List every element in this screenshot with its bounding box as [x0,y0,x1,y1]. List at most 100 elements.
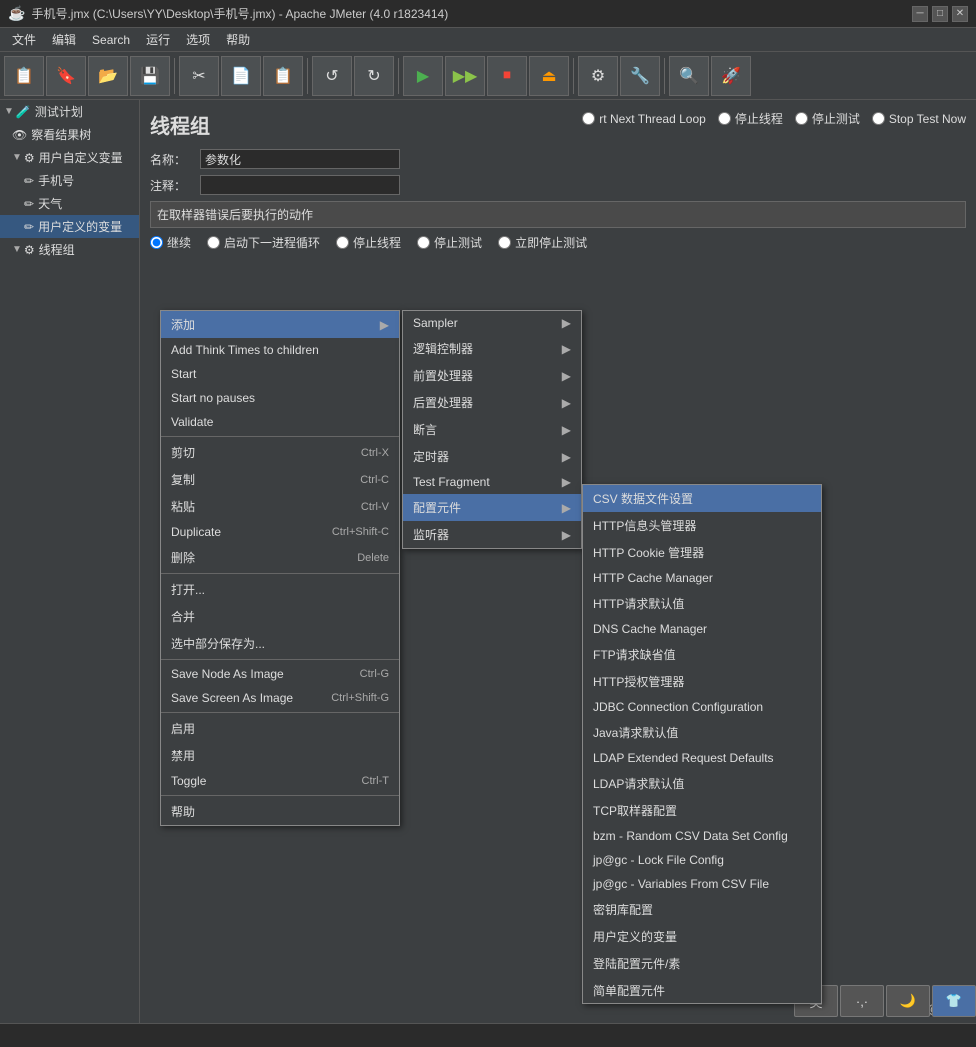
config-lock-file[interactable]: jp@gc - Lock File Config [583,848,821,872]
ctx-item-toggle[interactable]: Toggle Ctrl-T [161,769,399,793]
add-sampler[interactable]: Sampler ▶ [403,311,581,335]
ctx-item-enable[interactable]: 启用 [161,715,399,742]
ctx-sep-2 [161,573,399,574]
http-cookie-label: HTTP Cookie 管理器 [593,544,704,561]
toolbar-copy[interactable]: 📄 [221,56,261,96]
toolbar-new[interactable]: 📋 [4,56,44,96]
add-test-fragment[interactable]: Test Fragment ▶ [403,470,581,494]
sidebar-item-user-defined[interactable]: ✏ 用户定义的变量 [0,215,139,238]
jdbc-label: JDBC Connection Configuration [593,700,763,714]
toolbar-stop[interactable]: ⏹ [487,56,527,96]
config-http-auth[interactable]: HTTP授权管理器 [583,668,821,695]
ctx-item-think-times[interactable]: Add Think Times to children [161,338,399,362]
config-jdbc[interactable]: JDBC Connection Configuration [583,695,821,719]
ctx-add-arrow: ▶ [380,318,389,332]
ctx-item-save-screen-image[interactable]: Save Screen As Image Ctrl+Shift-G [161,686,399,710]
config-java-defaults[interactable]: Java请求默认值 [583,719,821,746]
sidebar-item-weather[interactable]: ✏ 天气 [0,192,139,215]
menu-run[interactable]: 运行 [138,29,178,50]
ctx-item-paste[interactable]: 粘贴 Ctrl-V [161,493,399,520]
ctx-item-start[interactable]: Start [161,362,399,386]
sidebar-item-phone[interactable]: ✏ 手机号 [0,169,139,192]
toolbar-start-no-pause[interactable]: ▶▶ [445,56,485,96]
menu-help[interactable]: 帮助 [218,29,258,50]
ctx-sep-4 [161,712,399,713]
toolbar-remote-start[interactable]: ⚙ [578,56,618,96]
config-http-header[interactable]: HTTP信息头管理器 [583,512,821,539]
add-config-element[interactable]: 配置元件 ▶ [403,494,581,521]
ctx-open-label: 打开... [171,581,205,598]
config-http-defaults[interactable]: HTTP请求默认值 [583,590,821,617]
toolbar-sep-1 [174,58,175,94]
ctx-disable-label: 禁用 [171,747,195,764]
add-listener[interactable]: 监听器 ▶ [403,521,581,548]
ctx-item-delete[interactable]: 删除 Delete [161,544,399,571]
sidebar-item-thread-group[interactable]: ▼ ⚙ 线程组 [0,238,139,261]
menu-search[interactable]: Search [84,31,138,49]
toolbar-paste[interactable]: 📋 [263,56,303,96]
config-bzm[interactable]: bzm - Random CSV Data Set Config [583,824,821,848]
ctx-item-copy[interactable]: 复制 Ctrl-C [161,466,399,493]
ctx-item-validate[interactable]: Validate [161,410,399,434]
ctx-item-disable[interactable]: 禁用 [161,742,399,769]
ctx-toggle-label: Toggle [171,774,206,788]
config-dns-cache[interactable]: DNS Cache Manager [583,617,821,641]
ctx-item-start-no-pauses[interactable]: Start no pauses [161,386,399,410]
ctx-item-merge[interactable]: 合并 [161,603,399,630]
toolbar-extra[interactable]: 🚀 [711,56,751,96]
ldap-extended-label: LDAP Extended Request Defaults [593,751,774,765]
config-simple[interactable]: 简单配置元件 [583,977,821,1004]
maximize-button[interactable]: □ [932,6,948,22]
toolbar-remote-stop[interactable]: 🔧 [620,56,660,96]
config-csv[interactable]: CSV 数据文件设置 [583,485,821,512]
config-http-cookie[interactable]: HTTP Cookie 管理器 [583,539,821,566]
ctx-item-add[interactable]: 添加 ▶ [161,311,399,338]
ctx-item-help[interactable]: 帮助 [161,798,399,825]
config-vars-from-csv[interactable]: jp@gc - Variables From CSV File [583,872,821,896]
close-button[interactable]: ✕ [952,6,968,22]
sidebar-item-label: 线程组 [39,241,75,258]
ctx-item-save-node-image[interactable]: Save Node As Image Ctrl-G [161,662,399,686]
test-plan-icon: 🧪 [16,105,31,119]
toolbar-templates[interactable]: 🔖 [46,56,86,96]
ctx-item-duplicate[interactable]: Duplicate Ctrl+Shift-C [161,520,399,544]
add-timer[interactable]: 定时器 ▶ [403,443,581,470]
menu-edit[interactable]: 编辑 [44,29,84,50]
sidebar-item-test-plan[interactable]: ▼ 🧪 测试计划 [0,100,139,123]
toolbar-redo[interactable]: ↻ [354,56,394,96]
config-ldap-extended[interactable]: LDAP Extended Request Defaults [583,746,821,770]
toolbar-cut[interactable]: ✂ [179,56,219,96]
toolbar-search[interactable]: 🔍 [669,56,709,96]
config-user-vars[interactable]: 用户定义的变量 [583,923,821,950]
ctx-item-cut[interactable]: 剪切 Ctrl-X [161,439,399,466]
result-tree-icon: 👁 [12,128,27,142]
menu-file[interactable]: 文件 [4,29,44,50]
add-post-processor[interactable]: 后置处理器 ▶ [403,389,581,416]
toolbar-start[interactable]: ▶ [403,56,443,96]
listener-arrow: ▶ [562,528,571,542]
sidebar-item-label: 察看结果树 [31,126,91,143]
config-http-cache[interactable]: HTTP Cache Manager [583,566,821,590]
dns-cache-label: DNS Cache Manager [593,622,707,636]
config-login[interactable]: 登陆配置元件/素 [583,950,821,977]
config-tcp[interactable]: TCP取样器配置 [583,797,821,824]
toolbar-shutdown[interactable]: ⏏ [529,56,569,96]
http-auth-label: HTTP授权管理器 [593,673,684,690]
ctx-item-open[interactable]: 打开... [161,576,399,603]
ctx-item-save-selected[interactable]: 选中部分保存为... [161,630,399,657]
add-assertion[interactable]: 断言 ▶ [403,416,581,443]
add-logic-controller[interactable]: 逻辑控制器 ▶ [403,335,581,362]
pre-label: 前置处理器 [413,367,473,384]
sidebar: ▼ 🧪 测试计划 👁 察看结果树 ▼ ⚙ 用户自定义变量 ✏ 手机号 ✏ 天气 … [0,100,140,1047]
minimize-button[interactable]: ─ [912,6,928,22]
menu-options[interactable]: 选项 [178,29,218,50]
toolbar-open[interactable]: 📂 [88,56,128,96]
sidebar-item-user-vars[interactable]: ▼ ⚙ 用户自定义变量 [0,146,139,169]
config-ldap-defaults[interactable]: LDAP请求默认值 [583,770,821,797]
config-ftp-defaults[interactable]: FTP请求缺省值 [583,641,821,668]
toolbar-save[interactable]: 💾 [130,56,170,96]
config-keystore[interactable]: 密钥库配置 [583,896,821,923]
toolbar-undo[interactable]: ↺ [312,56,352,96]
sidebar-item-result-tree[interactable]: 👁 察看结果树 [0,123,139,146]
add-pre-processor[interactable]: 前置处理器 ▶ [403,362,581,389]
